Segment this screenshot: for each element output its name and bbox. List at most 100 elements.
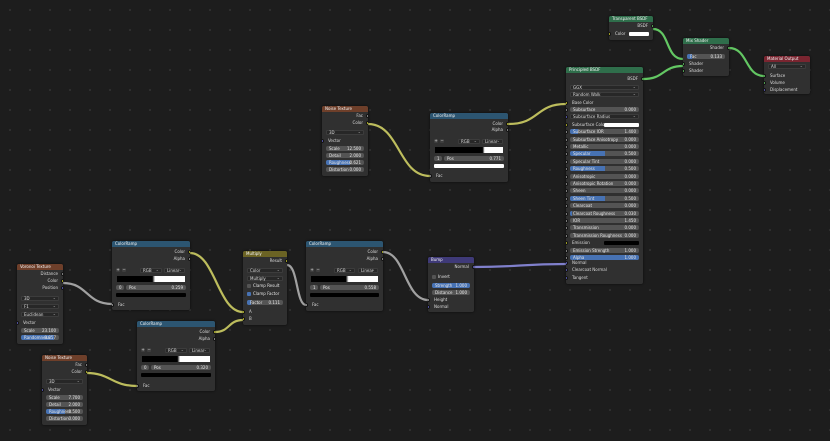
dimensions-dropdown[interactable]: 3D xyxy=(46,379,83,384)
height-socket[interactable] xyxy=(428,298,430,302)
node-header[interactable]: ColorRamp xyxy=(112,241,190,247)
sheen-tint-field[interactable]: Sheen Tint 0.500 xyxy=(570,195,639,201)
input-a-socket[interactable] xyxy=(243,310,245,314)
output-color-socket[interactable] xyxy=(213,330,215,334)
subsurface-radius-socket[interactable] xyxy=(566,115,568,120)
node-header[interactable]: ColorRamp xyxy=(306,241,383,247)
roughness-field[interactable]: Roughness 0.500 xyxy=(46,409,83,414)
color-mode-dropdown[interactable]: RGB xyxy=(334,268,355,273)
node-header[interactable]: Noise Texture xyxy=(322,106,368,112)
color-ramp-gradient[interactable] xyxy=(117,276,185,282)
node-header[interactable]: Bump xyxy=(428,257,474,263)
roughness-field[interactable]: Roughness 0.500 xyxy=(570,166,639,172)
multiply-node[interactable]: Multiply Result Color Multiply Clamp Res… xyxy=(243,251,287,325)
color-ramp-gradient[interactable] xyxy=(142,356,210,362)
distance-metric-dropdown[interactable]: Euclidean xyxy=(21,312,59,317)
output-shader-socket[interactable] xyxy=(727,46,729,50)
remove-stop-button[interactable]: − xyxy=(122,268,126,272)
colorramp-node-left[interactable]: ColorRamp Color Alpha + − RGB Linear 0 P… xyxy=(112,241,190,310)
subsurface-color-socket[interactable] xyxy=(566,122,568,127)
clearcoat-normal-socket[interactable] xyxy=(566,268,568,272)
transparent-bsdf-node[interactable]: Transparent BSDF BSDF Color xyxy=(609,16,653,40)
stop-color-swatch[interactable] xyxy=(141,373,211,377)
distribution-dropdown[interactable]: GGX xyxy=(570,85,639,90)
transmission-socket[interactable] xyxy=(566,226,568,231)
scale-field[interactable]: Scale 23.100 xyxy=(21,328,59,333)
input-b-socket[interactable] xyxy=(243,317,245,321)
dimensions-dropdown[interactable]: 3D xyxy=(21,296,59,301)
ior-field[interactable]: IOR 1.450 xyxy=(570,218,639,223)
specular-tint-field[interactable]: Specular Tint 0.000 xyxy=(570,158,639,164)
interpolation-dropdown[interactable]: Linear xyxy=(358,268,378,273)
bump-node[interactable]: Bump Normal Invert Strength 1.000 Distanc… xyxy=(428,257,474,312)
color-socket[interactable] xyxy=(609,32,611,36)
volume-socket[interactable] xyxy=(764,81,766,85)
stop-index-field[interactable]: 1 xyxy=(310,285,318,290)
sheen-field[interactable]: Sheen 0.000 xyxy=(570,188,639,194)
distortion-field[interactable]: Distortion 0.000 xyxy=(326,167,364,172)
node-header[interactable]: ColorRamp xyxy=(137,321,215,327)
transmission-roughness-field[interactable]: Transmission Roughness 0.000 xyxy=(570,232,639,238)
color-swatch[interactable] xyxy=(629,32,649,36)
node-header[interactable]: Principled BSDF xyxy=(566,67,643,73)
input-fac-socket[interactable] xyxy=(430,174,432,178)
invert-checkbox[interactable] xyxy=(432,275,436,279)
stop-position-field[interactable]: Pos 0.259 xyxy=(126,285,186,290)
displacement-socket[interactable] xyxy=(764,88,766,92)
vector-socket[interactable] xyxy=(17,321,19,325)
stop-index-field[interactable]: 0 xyxy=(116,285,124,290)
node-header[interactable]: Mix Shader xyxy=(683,38,729,44)
metallic-field[interactable]: Metallic 0.000 xyxy=(570,144,639,149)
clamp-factor-checkbox[interactable] xyxy=(247,292,251,296)
fac-field[interactable]: Fac 0.133 xyxy=(687,54,725,59)
detail-field[interactable]: Detail 2.000 xyxy=(326,153,364,158)
node-header[interactable]: Material Output xyxy=(764,56,810,62)
emission-socket[interactable] xyxy=(566,241,568,246)
input-fac-socket[interactable] xyxy=(112,303,114,307)
specular-tint-socket[interactable] xyxy=(566,159,568,164)
remove-stop-button[interactable]: − xyxy=(316,268,320,272)
noise-texture-node-top[interactable]: Noise Texture Fac Color 3D Vector Scale1… xyxy=(322,106,368,176)
stop-color-swatch[interactable] xyxy=(434,164,504,168)
input-fac-socket[interactable] xyxy=(137,384,139,388)
output-distance-socket[interactable] xyxy=(61,272,63,276)
anisotropic-socket[interactable] xyxy=(566,174,568,179)
subsurface-socket[interactable] xyxy=(566,108,568,112)
ior-socket[interactable] xyxy=(566,219,568,223)
node-header[interactable]: Voronoi Texture xyxy=(17,264,63,270)
dimensions-dropdown[interactable]: 3D xyxy=(326,130,364,135)
interpolation-dropdown[interactable]: Linear xyxy=(189,348,210,353)
interpolation-dropdown[interactable]: Linear xyxy=(482,139,503,144)
principled-bsdf-node[interactable]: Principled BSDF BSDF GGX Random Walk Bas… xyxy=(566,67,643,284)
node-header[interactable]: Noise Texture xyxy=(42,355,87,361)
target-dropdown[interactable]: All xyxy=(768,64,806,69)
surface-socket[interactable] xyxy=(764,74,766,78)
anisotropic-rotation-field[interactable]: Anisotropic Rotation 0.000 xyxy=(570,181,639,186)
metallic-socket[interactable] xyxy=(566,145,568,149)
color-mode-dropdown[interactable]: RGB xyxy=(140,268,162,273)
subsurface-color-swatch[interactable] xyxy=(604,122,639,127)
roughness-field[interactable]: Roughness 0.621 xyxy=(326,160,364,165)
output-bsdf-socket[interactable] xyxy=(651,24,653,28)
voronoi-texture-node[interactable]: Voronoi Texture Distance Color Position … xyxy=(17,264,63,344)
input-fac-socket[interactable] xyxy=(306,303,308,307)
color-mode-dropdown[interactable]: RGB xyxy=(458,139,480,144)
add-stop-button[interactable]: + xyxy=(116,268,120,272)
colorramp-node-top[interactable]: ColorRamp Color Alpha + − RGB Linear 1 P… xyxy=(430,113,508,182)
output-alpha-socket[interactable] xyxy=(188,257,190,261)
subsurface-method-dropdown[interactable]: Random Walk xyxy=(570,92,639,97)
specular-socket[interactable] xyxy=(566,152,568,157)
stop-color-swatch[interactable] xyxy=(310,293,379,297)
stop-color-swatch[interactable] xyxy=(116,293,186,297)
normal-socket[interactable] xyxy=(566,261,568,265)
subsurface-radius-dropdown[interactable]: Subsurface Radius xyxy=(570,114,639,120)
base-color-socket[interactable] xyxy=(566,101,568,105)
stop-position-field[interactable]: Pos 0.771 xyxy=(444,156,504,161)
subsurface-ior-field[interactable]: Subsurface IOR 1.400 xyxy=(570,129,639,135)
anisotropic-field[interactable]: Anisotropic 0.000 xyxy=(570,173,639,179)
specular-field[interactable]: Specular 0.500 xyxy=(570,151,639,157)
output-alpha-socket[interactable] xyxy=(213,337,215,341)
stop-index-field[interactable]: 1 xyxy=(434,156,442,161)
subsurface-ior-socket[interactable] xyxy=(566,130,568,135)
strength-field[interactable]: Strength 1.000 xyxy=(432,283,470,288)
